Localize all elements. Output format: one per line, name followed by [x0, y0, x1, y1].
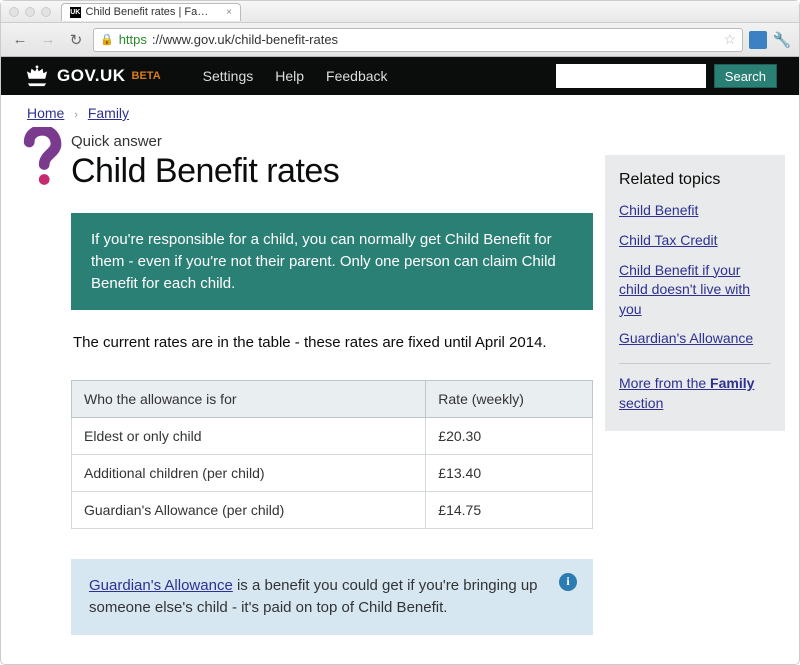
beta-badge: BETA: [132, 70, 161, 82]
sidebar-title: Related topics: [619, 169, 771, 191]
table-header-row: Who the allowance is for Rate (weekly): [72, 381, 593, 418]
rates-table: Who the allowance is for Rate (weekly) E…: [71, 380, 593, 529]
more-from-section-link[interactable]: More from the Family section: [619, 375, 754, 411]
table-header-who: Who the allowance is for: [72, 381, 426, 418]
sidebar-divider: [619, 363, 771, 364]
nav-settings[interactable]: Settings: [203, 68, 254, 84]
search-button[interactable]: Search: [714, 64, 777, 88]
page-title: Child Benefit rates: [71, 152, 593, 191]
bookmark-star-icon[interactable]: ☆: [723, 31, 736, 48]
back-button[interactable]: ←: [9, 29, 31, 51]
page-supertitle: Quick answer: [71, 133, 593, 150]
breadcrumb-home[interactable]: Home: [27, 105, 64, 121]
nav-help[interactable]: Help: [275, 68, 304, 84]
browser-titlebar: UK Child Benefit rates | Family | ×: [1, 1, 799, 23]
main-content: Quick answer Child Benefit rates If you'…: [15, 127, 593, 635]
intro-callout: If you're responsible for a child, you c…: [71, 213, 593, 310]
close-window-icon[interactable]: [9, 7, 19, 17]
table-cell: £20.30: [426, 418, 593, 455]
breadcrumb-family[interactable]: Family: [88, 105, 129, 121]
related-link[interactable]: Child Benefit: [619, 202, 698, 218]
settings-wrench-icon[interactable]: 🔧: [773, 31, 791, 49]
lock-icon: 🔒: [100, 33, 114, 46]
site-search: Search: [556, 64, 777, 88]
tab-title: Child Benefit rates | Family |: [86, 6, 218, 18]
table-cell: Additional children (per child): [72, 455, 426, 492]
url-scheme: https: [119, 32, 147, 47]
reload-button[interactable]: ↻: [65, 29, 87, 51]
nav-feedback[interactable]: Feedback: [326, 68, 387, 84]
table-cell: £14.75: [426, 492, 593, 529]
crown-logo-icon: [23, 65, 51, 87]
more-bold: Family: [710, 375, 754, 391]
table-cell: Eldest or only child: [72, 418, 426, 455]
search-input[interactable]: [556, 64, 706, 88]
related-link[interactable]: Child Benefit if your child doesn't live…: [619, 262, 750, 317]
table-row: Eldest or only child £20.30: [72, 418, 593, 455]
screenshot-extension-icon[interactable]: [749, 31, 767, 49]
header-nav: Settings Help Feedback: [203, 68, 388, 84]
zoom-window-icon[interactable]: [41, 7, 51, 17]
browser-tab[interactable]: UK Child Benefit rates | Family | ×: [61, 3, 241, 21]
breadcrumb-separator-icon: ›: [74, 109, 78, 121]
related-link[interactable]: Guardian's Allowance: [619, 330, 753, 346]
site-header: GOV.UK BETA Settings Help Feedback Searc…: [1, 57, 799, 95]
table-cell: Guardian's Allowance (per child): [72, 492, 426, 529]
info-callout: Guardian's Allowance is a benefit you co…: [71, 559, 593, 635]
breadcrumb: Home › Family: [1, 95, 799, 127]
more-suffix: section: [619, 395, 663, 411]
table-cell: £13.40: [426, 455, 593, 492]
address-bar[interactable]: 🔒 https ://www.gov.uk/child-benefit-rates…: [93, 28, 743, 52]
site-title[interactable]: GOV.UK: [57, 66, 126, 86]
forward-button[interactable]: →: [37, 29, 59, 51]
favicon-icon: UK: [70, 7, 81, 18]
minimize-window-icon[interactable]: [25, 7, 35, 17]
question-mark-icon: [19, 127, 63, 187]
table-row: Additional children (per child) £13.40: [72, 455, 593, 492]
table-header-rate: Rate (weekly): [426, 381, 593, 418]
related-topics-sidebar: Related topics Child Benefit Child Tax C…: [605, 155, 785, 431]
window-controls: [9, 7, 51, 17]
guardians-allowance-link[interactable]: Guardian's Allowance: [89, 577, 233, 594]
browser-toolbar: ← → ↻ 🔒 https ://www.gov.uk/child-benefit…: [1, 23, 799, 57]
info-icon: i: [559, 573, 577, 591]
more-prefix: More from the: [619, 375, 710, 391]
related-link[interactable]: Child Tax Credit: [619, 232, 718, 248]
close-tab-icon[interactable]: ×: [226, 7, 232, 18]
table-row: Guardian's Allowance (per child) £14.75: [72, 492, 593, 529]
url-text: ://www.gov.uk/child-benefit-rates: [152, 32, 338, 47]
body-paragraph: The current rates are in the table - the…: [71, 332, 593, 354]
